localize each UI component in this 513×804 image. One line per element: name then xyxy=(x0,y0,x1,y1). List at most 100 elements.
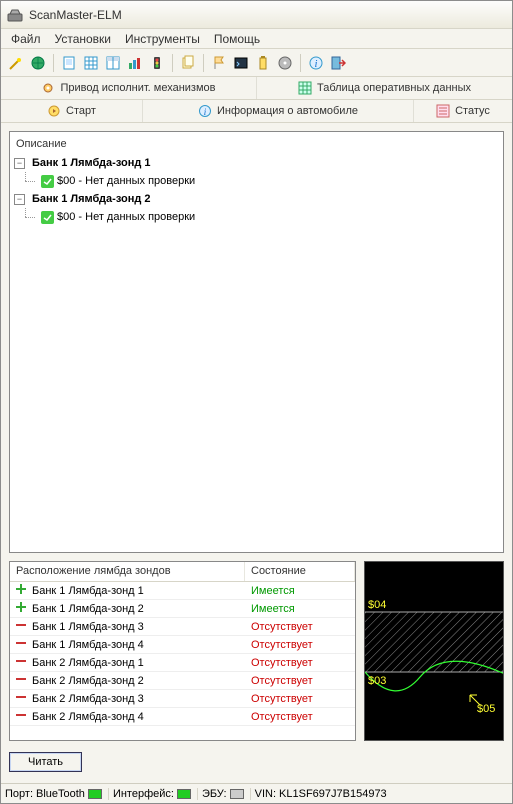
row-label: Банк 1 Лямбда-зонд 2 xyxy=(32,603,144,615)
tree-node[interactable]: − Банк 1 Лямбда-зонд 1 xyxy=(14,154,499,172)
tree-node[interactable]: − Банк 1 Лямбда-зонд 2 xyxy=(14,190,499,208)
port-led xyxy=(88,789,102,799)
tab-label: Старт xyxy=(66,105,96,117)
tree-child[interactable]: $00 - Нет данных проверки xyxy=(14,208,499,226)
waveform-svg: $04 $03 $05 xyxy=(365,562,504,741)
row-label: Банк 1 Лямбда-зонд 1 xyxy=(32,585,144,597)
copy-icon[interactable] xyxy=(179,54,197,72)
ecu-label: ЭБУ: xyxy=(202,788,227,800)
grid-body: Банк 1 Лямбда-зонд 1ИмеетсяБанк 1 Лямбда… xyxy=(10,582,355,740)
table-row[interactable]: Банк 1 Лямбда-зонд 2 Имеется xyxy=(10,600,355,618)
tab-label: Таблица оперативных данных xyxy=(317,82,471,94)
menu-settings[interactable]: Установки xyxy=(49,30,117,48)
status-ok-icon xyxy=(41,175,54,188)
waveform-plot: $04 $03 $05 xyxy=(364,561,504,741)
collapse-icon[interactable]: − xyxy=(14,194,25,205)
plot-label-05: $05 xyxy=(477,703,495,715)
grid-icon[interactable] xyxy=(82,54,100,72)
vin-value: KL1SF697J7B154973 xyxy=(279,788,387,800)
port-value: BlueTooth xyxy=(36,788,85,800)
tabbar-2: Старт i Информация о автомобиле Статус xyxy=(1,100,512,123)
vin-label: VIN: xyxy=(255,788,276,800)
statusbar: Порт: BlueTooth Интерфейс: ЭБУ: VIN: KL1… xyxy=(1,783,512,803)
table-row[interactable]: Банк 2 Лямбда-зонд 1Отсутствует xyxy=(10,654,355,672)
info-icon[interactable]: i xyxy=(307,54,325,72)
iface-led xyxy=(177,789,191,799)
svg-text:i: i xyxy=(315,59,318,70)
iface-label: Интерфейс: xyxy=(113,788,174,800)
page-icon[interactable] xyxy=(60,54,78,72)
toolbar-separator xyxy=(203,54,204,72)
tree-panel: Описание − Банк 1 Лямбда-зонд 1 $00 - Не… xyxy=(9,131,504,553)
status-vin: VIN: KL1SF697J7B154973 xyxy=(255,788,508,800)
minus-icon xyxy=(14,654,28,671)
grid-header: Расположение лямбда зондов Состояние xyxy=(10,562,355,582)
exit-icon[interactable] xyxy=(329,54,347,72)
table-row[interactable]: Банк 1 Лямбда-зонд 3Отсутствует xyxy=(10,618,355,636)
gear-icon xyxy=(41,81,55,95)
window-title: ScanMaster-ELM xyxy=(29,8,122,22)
wand-icon[interactable] xyxy=(7,54,25,72)
menubar: Файл Установки Инструменты Помощь xyxy=(1,29,512,49)
tab-data-table[interactable]: Таблица оперативных данных xyxy=(257,77,512,99)
tree-child[interactable]: $00 - Нет данных проверки xyxy=(14,172,499,190)
toolbar-separator xyxy=(53,54,54,72)
chart-icon[interactable] xyxy=(126,54,144,72)
menu-file[interactable]: Файл xyxy=(5,30,47,48)
table-row[interactable]: Банк 1 Лямбда-зонд 1 Имеется xyxy=(10,582,355,600)
flag-icon[interactable] xyxy=(210,54,228,72)
minus-icon xyxy=(14,690,28,707)
content-area: Описание − Банк 1 Лямбда-зонд 1 $00 - Не… xyxy=(1,123,512,783)
tab-actuators[interactable]: Привод исполнит. механизмов xyxy=(1,77,257,99)
start-icon xyxy=(47,104,61,118)
tree-child-label: $00 - Нет данных проверки xyxy=(57,211,195,223)
tree-title: Описание xyxy=(16,138,499,150)
table-row[interactable]: Банк 2 Лямбда-зонд 3 Отсутствует xyxy=(10,690,355,708)
table-row[interactable]: Банк 2 Лямбда-зонд 2Отсутствует xyxy=(10,672,355,690)
globe-icon[interactable] xyxy=(29,54,47,72)
battery-icon[interactable] xyxy=(254,54,272,72)
row-state: Отсутствует xyxy=(245,711,355,723)
status-interface: Интерфейс: xyxy=(113,788,198,800)
minus-icon xyxy=(14,708,28,725)
table-alt-icon[interactable] xyxy=(104,54,122,72)
disc-icon[interactable] xyxy=(276,54,294,72)
toolbar-separator xyxy=(300,54,301,72)
toolbar-separator xyxy=(172,54,173,72)
traffic-light-icon[interactable] xyxy=(148,54,166,72)
row-label: Банк 2 Лямбда-зонд 3 xyxy=(32,693,144,705)
status-ecu: ЭБУ: xyxy=(202,788,251,800)
read-button[interactable]: Читать xyxy=(9,752,82,772)
table-icon xyxy=(298,81,312,95)
tree-branch-icon xyxy=(20,172,38,190)
tree-node-label: Банк 1 Лямбда-зонд 1 xyxy=(32,157,151,169)
row-state: Имеется xyxy=(245,585,355,597)
titlebar: ScanMaster-ELM xyxy=(1,1,512,29)
tab-status[interactable]: Статус xyxy=(414,100,512,122)
tab-start[interactable]: Старт xyxy=(1,100,143,122)
col-state: Состояние xyxy=(245,562,355,581)
tree-node-label: Банк 1 Лямбда-зонд 2 xyxy=(32,193,151,205)
col-location: Расположение лямбда зондов xyxy=(10,562,245,581)
menu-help[interactable]: Помощь xyxy=(208,30,266,48)
table-row[interactable]: Банк 1 Лямбда-зонд 4Отсутствует xyxy=(10,636,355,654)
minus-icon xyxy=(14,636,28,653)
row-state: Отсутствует xyxy=(245,621,355,633)
tree-branch-icon xyxy=(20,208,38,226)
tab-label: Привод исполнит. механизмов xyxy=(60,82,215,94)
row-state: Имеется xyxy=(245,603,355,615)
info-icon: i xyxy=(198,104,212,118)
plus-icon xyxy=(14,582,28,599)
terminal-icon[interactable] xyxy=(232,54,250,72)
menu-tools[interactable]: Инструменты xyxy=(119,30,206,48)
app-window: ScanMaster-ELM Файл Установки Инструмент… xyxy=(0,0,513,804)
tab-vehicle-info[interactable]: i Информация о автомобиле xyxy=(143,100,414,122)
row-state: Отсутствует xyxy=(245,693,355,705)
table-row[interactable]: Банк 2 Лямбда-зонд 4 Отсутствует xyxy=(10,708,355,726)
row-label: Банк 2 Лямбда-зонд 1 xyxy=(32,657,144,669)
plus-icon xyxy=(14,600,28,617)
collapse-icon[interactable]: − xyxy=(14,158,25,169)
toolbar: i xyxy=(1,49,512,77)
status-port: Порт: BlueTooth xyxy=(5,788,109,800)
row-label: Банк 2 Лямбда-зонд 4 xyxy=(32,711,144,723)
